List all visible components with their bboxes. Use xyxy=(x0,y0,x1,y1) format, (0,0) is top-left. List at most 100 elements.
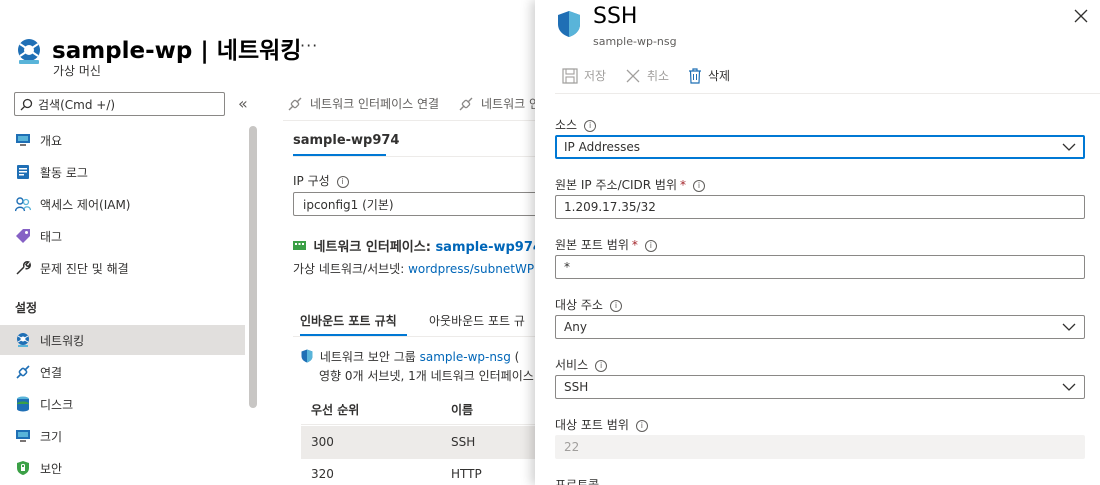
info-icon[interactable]: i xyxy=(609,299,622,312)
search-placeholder: 검색(Cmd +/) xyxy=(38,97,116,112)
info-icon[interactable]: i xyxy=(336,175,349,188)
discard-button[interactable]: 취소 xyxy=(625,67,669,84)
sidebar-item-iam[interactable]: 액세스 제어(IAM) xyxy=(0,189,245,219)
nsg-suffix: ( xyxy=(514,350,520,364)
sidebar-item-networking[interactable]: 네트워킹 xyxy=(0,325,245,355)
chevron-down-icon xyxy=(1062,323,1076,331)
sidebar-item-label: 활동 로그 xyxy=(40,165,88,180)
info-icon[interactable]: i xyxy=(584,119,597,132)
info-icon[interactable]: i xyxy=(693,179,705,192)
virtual-machine-networking-icon xyxy=(18,39,40,64)
delete-label: 삭제 xyxy=(708,69,731,83)
more-options-button[interactable]: ··· xyxy=(300,36,318,55)
nsg-row: 네트워크 보안 그룹 sample-wp-nsg ( xyxy=(301,348,519,365)
sidebar-item-label: 태그 xyxy=(40,229,63,244)
sidebar-scrollbar-thumb[interactable] xyxy=(249,126,257,408)
destination-select[interactable]: Any xyxy=(555,315,1085,339)
cell-priority: 320 xyxy=(311,467,334,481)
column-header-priority[interactable]: 우선 순위 xyxy=(311,401,359,418)
sidebar-item-label: 문제 진단 및 해결 xyxy=(40,261,129,276)
cell-priority: 300 xyxy=(311,435,334,449)
monitor-icon xyxy=(15,132,31,148)
vnet-prefix: 가상 네트워크/서브넷: xyxy=(293,262,405,276)
sidebar-item-connect[interactable]: 연결 xyxy=(0,357,245,387)
tab-nic-sample-wp974[interactable]: sample-wp974 xyxy=(293,133,399,148)
wrench-icon xyxy=(15,260,31,276)
discard-icon xyxy=(626,69,640,82)
sidebar-item-label: 연결 xyxy=(40,365,63,380)
source-select[interactable]: IP Addresses xyxy=(555,135,1085,159)
source-port-input[interactable]: * xyxy=(555,255,1085,279)
save-icon xyxy=(562,67,578,84)
service-value: SSH xyxy=(564,380,589,394)
page: sample-wp | 네트워킹 가상 머신 ··· 검색(Cmd +/) « … xyxy=(0,0,1100,485)
sidebar-search-input[interactable]: 검색(Cmd +/) xyxy=(14,92,225,116)
nsg-shield-icon xyxy=(301,349,313,363)
nsg-shield-icon xyxy=(558,11,580,37)
source-ip-label: 원본 IP 주소/CIDR 범위 xyxy=(555,178,677,192)
trash-icon xyxy=(689,67,701,84)
chevron-down-icon xyxy=(1062,383,1076,391)
page-subtitle: 가상 머신 xyxy=(53,64,101,78)
toolbar-divider xyxy=(283,120,535,121)
networking-icon xyxy=(15,332,31,348)
info-icon[interactable]: i xyxy=(635,419,648,432)
disk-icon xyxy=(15,396,31,412)
source-ip-value: 1.209.17.35/32 xyxy=(564,200,656,214)
tab-outbound-rules[interactable]: 아웃바운드 포트 규 xyxy=(429,312,525,329)
panel-command-divider xyxy=(555,93,1100,94)
source-port-label-row: 원본 포트 범위 * i xyxy=(555,236,657,253)
panel-title: SSH xyxy=(593,4,638,29)
vnet-row: 가상 네트워크/서브넷: wordpress/subnetWP xyxy=(293,260,534,277)
edit-rule-panel: SSH sample-wp-nsg 저장 취소 삭제 소스 i IP Addres… xyxy=(535,0,1100,485)
destination-label: 대상 주소 xyxy=(555,298,603,312)
column-header-name[interactable]: 이름 xyxy=(451,401,473,418)
nic-link[interactable]: sample-wp974 xyxy=(435,240,541,255)
source-ip-input[interactable]: 1.209.17.35/32 xyxy=(555,195,1085,219)
nsg-link[interactable]: sample-wp-nsg xyxy=(420,350,511,364)
attach-nic-button[interactable]: 네트워크 인터페이스 연결 xyxy=(287,95,439,112)
info-icon[interactable]: i xyxy=(595,359,608,372)
service-select[interactable]: SSH xyxy=(555,375,1085,399)
ip-config-select[interactable]: ipconfig1 (기본) xyxy=(293,192,553,216)
close-icon[interactable] xyxy=(1074,9,1088,23)
sidebar-item-tags[interactable]: 태그 xyxy=(0,221,245,251)
detach-nic-button[interactable]: 네트워크 인 xyxy=(458,95,540,112)
sidebar-item-label: 액세스 제어(IAM) xyxy=(40,197,131,212)
source-label-row: 소스 i xyxy=(555,116,597,133)
sidebar-item-activity-log[interactable]: 활동 로그 xyxy=(0,157,245,187)
sidebar-item-label: 크기 xyxy=(40,429,63,444)
collapse-sidebar-button[interactable]: « xyxy=(238,94,248,113)
tab-inbound-rules[interactable]: 인바운드 포트 규칙 xyxy=(300,312,397,329)
vnet-link[interactable]: wordpress/subnetWP xyxy=(408,262,534,276)
dest-port-value: 22 xyxy=(564,440,580,454)
nsg-prefix: 네트워크 보안 그룹 xyxy=(319,350,416,364)
page-title: sample-wp | 네트워킹 xyxy=(52,38,302,64)
search-icon xyxy=(20,98,33,110)
table-header-divider xyxy=(301,424,535,425)
sidebar-item-security[interactable]: 보안 xyxy=(0,453,245,483)
connect-icon xyxy=(15,364,31,380)
sidebar-section-settings: 설정 xyxy=(15,301,38,315)
table-row[interactable]: 320 HTTP xyxy=(301,459,541,485)
nic-heading-prefix: 네트워크 인터페이스: xyxy=(313,240,431,255)
source-port-label: 원본 포트 범위 xyxy=(555,238,629,252)
detach-icon xyxy=(459,97,473,110)
source-ip-label-row: 원본 IP 주소/CIDR 범위 * i xyxy=(555,176,705,193)
service-label-row: 서비스 i xyxy=(555,356,608,373)
sidebar-item-diagnose[interactable]: 문제 진단 및 해결 xyxy=(0,253,245,283)
sidebar-item-size[interactable]: 크기 xyxy=(0,421,245,451)
sidebar-item-label: 디스크 xyxy=(40,397,74,412)
save-button[interactable]: 저장 xyxy=(562,67,606,84)
delete-button[interactable]: 삭제 xyxy=(688,67,730,84)
info-icon[interactable]: i xyxy=(644,239,657,252)
sidebar-item-overview[interactable]: 개요 xyxy=(0,125,245,155)
destination-value: Any xyxy=(564,320,587,334)
required-marker: * xyxy=(680,178,686,192)
cell-name: HTTP xyxy=(451,467,482,481)
cell-name: SSH xyxy=(451,435,476,449)
sidebar-item-disks[interactable]: 디스크 xyxy=(0,389,245,419)
table-row[interactable]: 300 SSH xyxy=(301,426,541,458)
panel-subtitle: sample-wp-nsg xyxy=(593,35,677,48)
dest-port-input[interactable]: 22 xyxy=(555,435,1085,459)
